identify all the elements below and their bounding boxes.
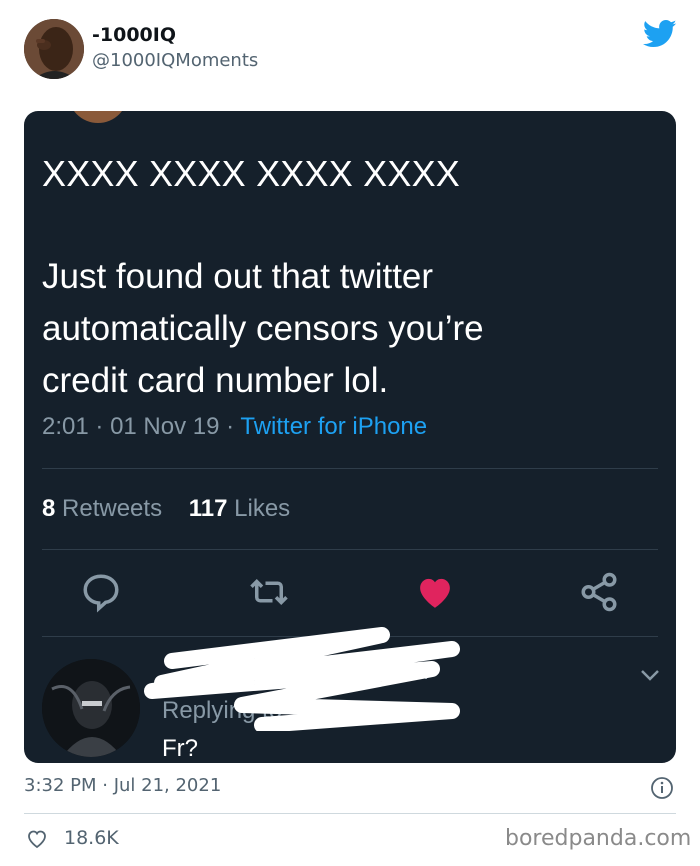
- divider: [42, 468, 658, 469]
- tweet-text-line: automatically censors you’re: [42, 309, 484, 348]
- meta-separator: ·: [95, 413, 104, 440]
- watermark: boredpanda.com: [505, 826, 692, 851]
- chevron-down-icon: [641, 670, 659, 681]
- retweets-count: 8: [42, 495, 56, 522]
- retweets-label: Retweets: [62, 495, 163, 522]
- embedded-source: Twitter for iPhone: [240, 413, 428, 440]
- redaction-scribble: [144, 627, 460, 731]
- embedded-author-avatar: [68, 111, 128, 123]
- divider: [42, 549, 658, 550]
- tweet-text-line: credit card number lol.: [42, 361, 389, 400]
- reply-author-avatar: [42, 659, 140, 757]
- like-heart-icon: [420, 578, 450, 608]
- retweet-icon: [250, 579, 288, 605]
- author-handle[interactable]: @1000IQMoments: [92, 50, 258, 71]
- author-display-name[interactable]: -1000IQ: [92, 24, 176, 46]
- twitter-logo-icon[interactable]: [643, 19, 677, 49]
- reply-icon: [83, 574, 119, 613]
- like-count: 18.6K: [64, 827, 119, 849]
- embedded-date: 01 Nov 19: [110, 413, 220, 440]
- tweet-timestamp[interactable]: 3:32 PM · Jul 21, 2021: [24, 775, 221, 796]
- embedded-tweet-screenshot: XXXX XXXX XXXX XXXX Just found out that …: [24, 111, 676, 763]
- share-icon: [581, 572, 617, 612]
- embedded-tweet-meta: 2:01 · 01 Nov 19 · Twitter for iPhone: [42, 413, 427, 441]
- censored-card-number: XXXX XXXX XXXX XXXX: [42, 153, 460, 194]
- tweet-header: -1000IQ @1000IQMoments: [0, 0, 700, 100]
- likes-label: Likes: [234, 495, 291, 522]
- info-icon[interactable]: [650, 776, 674, 800]
- reply-text: Fr?: [162, 735, 198, 762]
- embedded-tweet-text: Just found out that twitter automaticall…: [42, 251, 602, 407]
- tweet-text-line: Just found out that twitter: [42, 257, 434, 296]
- author-avatar[interactable]: [24, 19, 84, 79]
- meta-separator: ·: [226, 413, 235, 440]
- likes-count: 117: [188, 495, 228, 522]
- embedded-stats: 8 Retweets 117 Likes: [42, 495, 290, 523]
- heart-outline-icon[interactable]: [24, 827, 50, 851]
- embedded-time: 2:01: [42, 413, 89, 440]
- divider: [24, 813, 676, 814]
